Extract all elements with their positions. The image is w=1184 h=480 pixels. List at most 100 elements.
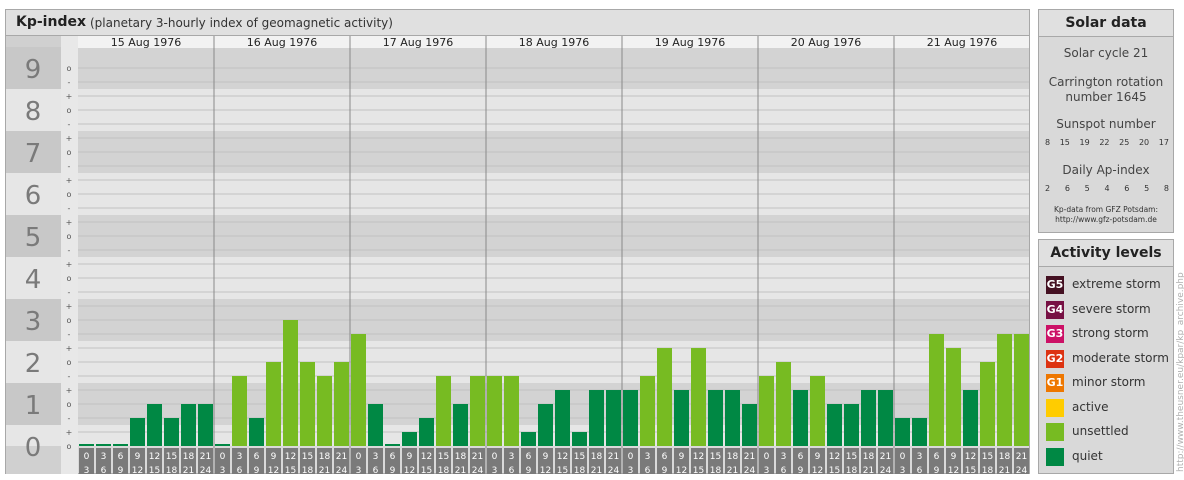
sunspot-value: 19: [1079, 138, 1090, 147]
chart-subtitle: (planetary 3-hourly index of geomagnetic…: [90, 16, 393, 30]
credit-line-2: http://www.gfz-potsdam.de: [1055, 215, 1157, 224]
day-label: 19 Aug 1976: [655, 36, 725, 49]
hour-end-label: 12: [540, 466, 551, 474]
hour-end-label: 6: [509, 466, 515, 474]
kp-bar: [436, 375, 451, 446]
legend-item: G3 strong storm: [1046, 324, 1172, 344]
hour-end-label: 6: [781, 466, 787, 474]
minor-tick-label: -: [68, 162, 71, 171]
kp-bar: [419, 417, 434, 446]
legend-label: extreme storm: [1072, 277, 1161, 291]
hour-start-label: 6: [934, 452, 940, 462]
legend-swatch: G5: [1046, 276, 1064, 294]
hour-start-label: 0: [84, 452, 90, 462]
hour-end-label: 24: [880, 466, 892, 474]
hour-end-label: 12: [132, 466, 143, 474]
minor-tick-label: -: [68, 288, 71, 297]
ap-index-value: 8: [1163, 184, 1169, 193]
kp-bar: [249, 417, 264, 446]
legend-label: severe storm: [1072, 301, 1151, 316]
hour-end-label: 15: [693, 466, 704, 474]
kp-bar: [283, 320, 298, 446]
hour-start-label: 6: [254, 452, 260, 462]
kp-bar: [300, 362, 315, 446]
hour-end-label: 21: [863, 466, 874, 474]
kp-bar: [861, 390, 876, 446]
hour-end-label: 6: [373, 466, 379, 474]
hour-start-label: 9: [951, 452, 957, 462]
minor-tick-label: +: [66, 134, 73, 143]
minor-tick-label: +: [66, 386, 73, 395]
hour-start-label: 0: [900, 452, 906, 462]
legend-item: G1 minor storm: [1046, 373, 1172, 393]
kp-bar: [963, 390, 978, 446]
kp-bar: [266, 362, 281, 446]
hour-end-label: 21: [455, 466, 466, 474]
hour-end-label: 21: [591, 466, 602, 474]
hour-end-label: 3: [492, 466, 498, 474]
y-tick-label: 7: [25, 139, 42, 169]
legend-item: G4 severe storm: [1046, 300, 1172, 320]
kp-bar: [895, 417, 910, 446]
legend-item: active: [1046, 398, 1172, 418]
kp-bar: [79, 444, 94, 446]
hour-start-label: 18: [727, 452, 739, 462]
kp-bar: [215, 444, 230, 446]
hour-start-label: 15: [302, 452, 313, 462]
hour-start-label: 6: [390, 452, 396, 462]
kp-bar: [402, 432, 417, 446]
hour-start-label: 9: [815, 452, 821, 462]
hour-start-label: 21: [744, 452, 755, 462]
day-label: 15 Aug 1976: [111, 36, 181, 49]
hour-end-label: 3: [900, 466, 906, 474]
carrington-rotation-label: Carrington rotation: [1048, 75, 1164, 89]
day-label: 18 Aug 1976: [519, 36, 589, 49]
chart-title-bar: Kp-index (planetary 3-hourly index of ge…: [6, 10, 1029, 36]
kp-bar: [453, 404, 468, 446]
legend-item: G5 extreme storm: [1046, 275, 1172, 295]
hour-end-label: 21: [319, 466, 330, 474]
minor-tick-label: -: [68, 414, 71, 423]
minor-tick-label: -: [68, 372, 71, 381]
activity-levels-panel: Activity levels G5 extreme storm G4 severe …: [1038, 239, 1174, 474]
minor-tick-label: +: [66, 218, 73, 227]
kp-bar: [113, 444, 128, 446]
hour-end-label: 21: [183, 466, 194, 474]
kp-bar: [793, 390, 808, 446]
sunspot-value: 25: [1119, 138, 1130, 147]
hour-start-label: 9: [543, 452, 549, 462]
hour-start-label: 15: [574, 452, 585, 462]
hour-start-label: 15: [982, 452, 993, 462]
legend-swatch: [1046, 398, 1064, 417]
hour-end-label: 15: [285, 466, 296, 474]
hour-start-label: 9: [679, 452, 685, 462]
solar-data-title: Solar data: [1039, 10, 1173, 37]
kp-bar: [980, 362, 995, 446]
hour-end-label: 21: [999, 466, 1010, 474]
minor-tick-label: -: [68, 246, 71, 255]
kp-bar: [555, 390, 570, 446]
kp-bar: [912, 417, 927, 446]
kp-bar: [164, 417, 179, 446]
hour-start-label: 6: [662, 452, 668, 462]
ap-index-title: Daily Ap-index: [1062, 163, 1150, 177]
kp-bar: [708, 390, 723, 446]
minor-tick-label: o: [67, 232, 72, 241]
hour-start-label: 0: [220, 452, 226, 462]
kp-bar: [572, 432, 587, 446]
ap-index-value: 2: [1045, 184, 1051, 193]
hour-end-label: 12: [404, 466, 415, 474]
kp-bar: [657, 348, 672, 446]
minor-tick-label: -: [68, 330, 71, 339]
kp-bar: [1014, 333, 1029, 446]
hour-end-label: 24: [336, 466, 348, 474]
hour-start-label: 12: [829, 452, 840, 462]
kp-bar: [691, 348, 706, 446]
hour-end-label: 6: [645, 466, 651, 474]
kp-bar: [827, 404, 842, 446]
hour-end-label: 12: [948, 466, 959, 474]
hour-end-label: 3: [356, 466, 362, 474]
hour-start-label: 21: [1016, 452, 1027, 462]
kp-bar: [232, 375, 247, 446]
kp-bar: [130, 417, 145, 446]
